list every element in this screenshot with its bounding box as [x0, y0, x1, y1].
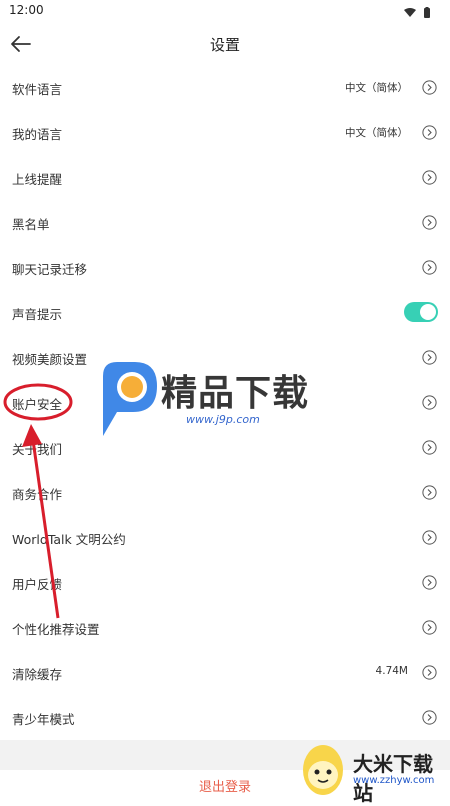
status-time: 12:00 [9, 3, 44, 17]
settings-row-label: 用户反馈 [12, 577, 63, 592]
settings-row-value: 4.74M [375, 665, 408, 677]
settings-row-label: 关于我们 [12, 442, 63, 457]
watermark-url: www.zzhyw.com [353, 775, 435, 786]
settings-row-label: 清除缓存 [12, 667, 63, 682]
settings-row-value: 中文（简体） [345, 127, 408, 139]
sound-toggle[interactable] [404, 302, 438, 322]
toggle-knob [420, 304, 436, 320]
chevron-right-icon [422, 215, 437, 230]
chevron-right-icon [422, 80, 437, 95]
settings-row-label: 黑名单 [12, 217, 50, 232]
settings-row-label: 软件语言 [12, 82, 63, 97]
settings-row[interactable]: 用户反馈 [0, 560, 450, 605]
battery-icon [424, 8, 430, 18]
watermark-brand: 精品下载 [161, 373, 310, 414]
settings-row-label: WorldTalk 文明公约 [12, 532, 126, 547]
dami-mascot-icon [303, 745, 343, 795]
jingpin-logo-icon [103, 362, 157, 436]
settings-row-label: 视频美颜设置 [12, 352, 88, 367]
settings-row[interactable]: 上线提醒 [0, 155, 450, 200]
chevron-right-icon [422, 125, 437, 140]
settings-row[interactable]: 黑名单 [0, 200, 450, 245]
chevron-right-icon [422, 665, 437, 680]
chevron-right-icon [422, 620, 437, 635]
settings-row-label: 个性化推荐设置 [12, 622, 100, 637]
header: 设置 [0, 22, 450, 68]
wifi-icon [404, 8, 416, 17]
settings-row-label: 上线提醒 [12, 172, 63, 187]
chevron-right-icon [422, 350, 437, 365]
settings-row[interactable]: 我的语言 中文（简体） [0, 110, 450, 155]
chevron-right-icon [422, 530, 437, 545]
settings-row-value: 中文（简体） [345, 82, 408, 94]
status-icons [402, 4, 434, 23]
settings-row-label: 我的语言 [12, 127, 63, 142]
chevron-right-icon [422, 440, 437, 455]
chevron-right-icon [422, 485, 437, 500]
settings-row[interactable]: 清除缓存 4.74M [0, 650, 450, 695]
watermark-jingpin: 精品下载 www.j9p.com [95, 356, 355, 446]
settings-row-label: 声音提示 [12, 307, 63, 322]
settings-row-label: 商务合作 [12, 487, 63, 502]
settings-row-label: 聊天记录迁移 [12, 262, 88, 277]
watermark-url: www.j9p.com [186, 413, 260, 426]
chevron-right-icon [422, 260, 437, 275]
chevron-right-icon [422, 575, 437, 590]
chevron-right-icon [422, 170, 437, 185]
settings-row-label: 青少年模式 [12, 712, 75, 727]
chevron-right-icon [422, 710, 437, 725]
settings-row[interactable]: 商务合作 [0, 470, 450, 515]
page-title: 设置 [209, 36, 240, 54]
settings-row[interactable]: 聊天记录迁移 [0, 245, 450, 290]
chevron-right-icon [422, 395, 437, 410]
watermark-dami: 大米下载站 www.zzhyw.com [293, 738, 450, 805]
status-bar: 12:00 [0, 0, 450, 22]
settings-row[interactable]: 软件语言 中文（简体） [0, 65, 450, 110]
settings-row[interactable]: 声音提示 [0, 290, 450, 335]
settings-row[interactable]: 个性化推荐设置 [0, 605, 450, 650]
settings-row-label: 账户安全 [12, 397, 63, 412]
settings-row[interactable]: 青少年模式 [0, 695, 450, 740]
settings-row[interactable]: WorldTalk 文明公约 [0, 515, 450, 560]
